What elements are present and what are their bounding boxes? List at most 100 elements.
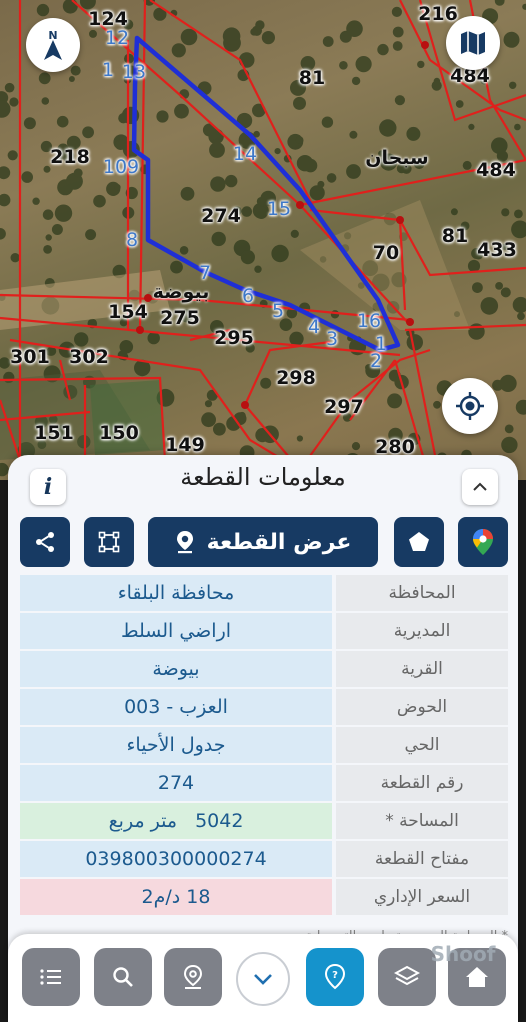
map-icon bbox=[461, 31, 485, 55]
detail-row-basin: العزب - 003 الحوض bbox=[20, 689, 508, 725]
detail-value: 274 bbox=[20, 765, 332, 801]
parcel-label[interactable]: 151 bbox=[34, 422, 74, 444]
parcel-label[interactable]: 81 bbox=[442, 225, 468, 247]
map-type-button[interactable] bbox=[446, 16, 500, 70]
search-button[interactable] bbox=[94, 948, 152, 1006]
location-search-icon bbox=[183, 964, 203, 989]
detail-label: رقم القطعة bbox=[336, 765, 508, 801]
vertex-label: 1 bbox=[101, 59, 115, 81]
parcel-label[interactable]: 301 bbox=[10, 346, 50, 368]
vertex-label: 6 bbox=[241, 285, 255, 307]
vertex-label: 109 bbox=[102, 156, 140, 178]
parcel-label[interactable]: 484 bbox=[476, 159, 516, 181]
bottom-navigation: ? Shoof bbox=[8, 934, 518, 1022]
detail-label: القرية bbox=[336, 651, 508, 687]
detail-value: 18 د/م2 bbox=[20, 879, 332, 915]
detail-row-district: جدول الأحياء الحي bbox=[20, 727, 508, 763]
parcel-label[interactable]: 275 bbox=[160, 307, 200, 329]
parcel-label[interactable]: 297 bbox=[324, 396, 364, 418]
detail-label: المحافظة bbox=[336, 575, 508, 611]
parcel-label[interactable]: 298 bbox=[276, 367, 316, 389]
detail-value: بيوضة bbox=[20, 651, 332, 687]
vertex-label: 8 bbox=[125, 229, 139, 251]
list-button[interactable] bbox=[22, 948, 80, 1006]
parcel-label[interactable]: 295 bbox=[214, 327, 254, 349]
parcel-label[interactable]: 154 bbox=[108, 301, 148, 323]
area-unit: متر مربع bbox=[108, 810, 178, 832]
chevron-up-icon bbox=[473, 482, 487, 491]
detail-label: المديرية bbox=[336, 613, 508, 649]
draw-polygon-button[interactable] bbox=[84, 517, 134, 567]
vertex-label: 12 bbox=[104, 27, 130, 49]
vertex-label: 14 bbox=[232, 143, 258, 165]
location-search-button[interactable] bbox=[164, 948, 222, 1006]
google-maps-pin-icon bbox=[473, 529, 493, 555]
parcel-label[interactable]: 81 bbox=[299, 67, 325, 89]
place-label: بيوضة bbox=[152, 281, 210, 303]
home-icon bbox=[466, 967, 488, 987]
vertex-label: 4 bbox=[307, 316, 321, 338]
chevron-down-icon bbox=[254, 974, 272, 985]
svg-text:?: ? bbox=[332, 970, 338, 981]
collapse-nav-button[interactable] bbox=[236, 952, 290, 1006]
watermark: Shoof bbox=[430, 942, 496, 966]
vertex-label: 15 bbox=[266, 198, 292, 220]
detail-label: المساحة * bbox=[336, 803, 508, 839]
view-parcel-button[interactable]: عرض القطعة bbox=[148, 517, 378, 567]
panel-title: معلومات القطعة bbox=[180, 463, 346, 491]
panel-actions: عرض القطعة bbox=[8, 517, 518, 569]
search-icon bbox=[113, 967, 133, 987]
detail-label: الحي bbox=[336, 727, 508, 763]
collapse-button[interactable] bbox=[462, 469, 498, 505]
map-view[interactable]: 124 216 484 81 484 218 274 81 433 70 154… bbox=[0, 0, 526, 480]
share-button[interactable] bbox=[20, 517, 70, 567]
vertex-label: 3 bbox=[325, 328, 339, 350]
list-icon bbox=[40, 969, 61, 985]
detail-value: متر مربع 5042 bbox=[20, 803, 332, 839]
info-button[interactable]: i bbox=[30, 469, 66, 505]
detail-row-directorate: اراضي السلط المديرية bbox=[20, 613, 508, 649]
share-icon bbox=[36, 532, 54, 552]
parcel-label[interactable]: 302 bbox=[69, 346, 109, 368]
parcel-label[interactable]: 150 bbox=[99, 422, 139, 444]
parcel-label[interactable]: 274 bbox=[201, 205, 241, 227]
detail-value: محافظة البلقاء bbox=[20, 575, 332, 611]
detail-value: العزب - 003 bbox=[20, 689, 332, 725]
my-location-button[interactable] bbox=[442, 378, 498, 434]
detail-row-admin-price: 18 د/م2 السعر الإداري bbox=[20, 879, 508, 915]
gps-target-icon bbox=[456, 392, 484, 420]
detail-label: السعر الإداري bbox=[336, 879, 508, 915]
parcel-pin-icon: ? bbox=[324, 963, 346, 990]
parcel-label[interactable]: 216 bbox=[418, 3, 458, 25]
detail-row-parcel-key: 039800300000274 مفتاح القطعة bbox=[20, 841, 508, 877]
favorite-button[interactable] bbox=[394, 517, 444, 567]
parcel-label[interactable]: 433 bbox=[477, 239, 517, 261]
detail-row-village: بيوضة القرية bbox=[20, 651, 508, 687]
detail-value[interactable]: 039800300000274 bbox=[20, 841, 332, 877]
layers-icon bbox=[394, 965, 420, 986]
google-maps-button[interactable] bbox=[458, 517, 508, 567]
detail-label: مفتاح القطعة bbox=[336, 841, 508, 877]
parcel-info-button[interactable]: ? bbox=[306, 948, 364, 1006]
detail-row-governorate: محافظة البلقاء المحافظة bbox=[20, 575, 508, 611]
detail-row-area: متر مربع 5042 المساحة * bbox=[20, 803, 508, 839]
compass-button[interactable]: N bbox=[26, 18, 80, 72]
detail-value: جدول الأحياء bbox=[20, 727, 332, 763]
area-number: 5042 bbox=[195, 810, 244, 832]
vertex-label: 16 bbox=[356, 310, 382, 332]
north-arrow-icon: N bbox=[44, 29, 62, 60]
parcel-label[interactable]: 70 bbox=[373, 242, 399, 264]
place-label: سبحان bbox=[365, 147, 429, 169]
detail-label: الحوض bbox=[336, 689, 508, 725]
polygon-select-icon bbox=[98, 531, 120, 553]
pentagon-star-icon bbox=[409, 532, 429, 551]
vertex-label: 5 bbox=[271, 300, 285, 322]
detail-value: اراضي السلط bbox=[20, 613, 332, 649]
vertex-label: 2 bbox=[369, 350, 383, 372]
view-parcel-label: عرض القطعة bbox=[206, 529, 352, 555]
parcel-label[interactable]: 149 bbox=[165, 434, 205, 456]
parcel-label[interactable]: 218 bbox=[50, 146, 90, 168]
location-pin-icon bbox=[176, 531, 193, 554]
panel-header: i معلومات القطعة bbox=[8, 455, 518, 513]
detail-row-parcel-number: 274 رقم القطعة bbox=[20, 765, 508, 801]
